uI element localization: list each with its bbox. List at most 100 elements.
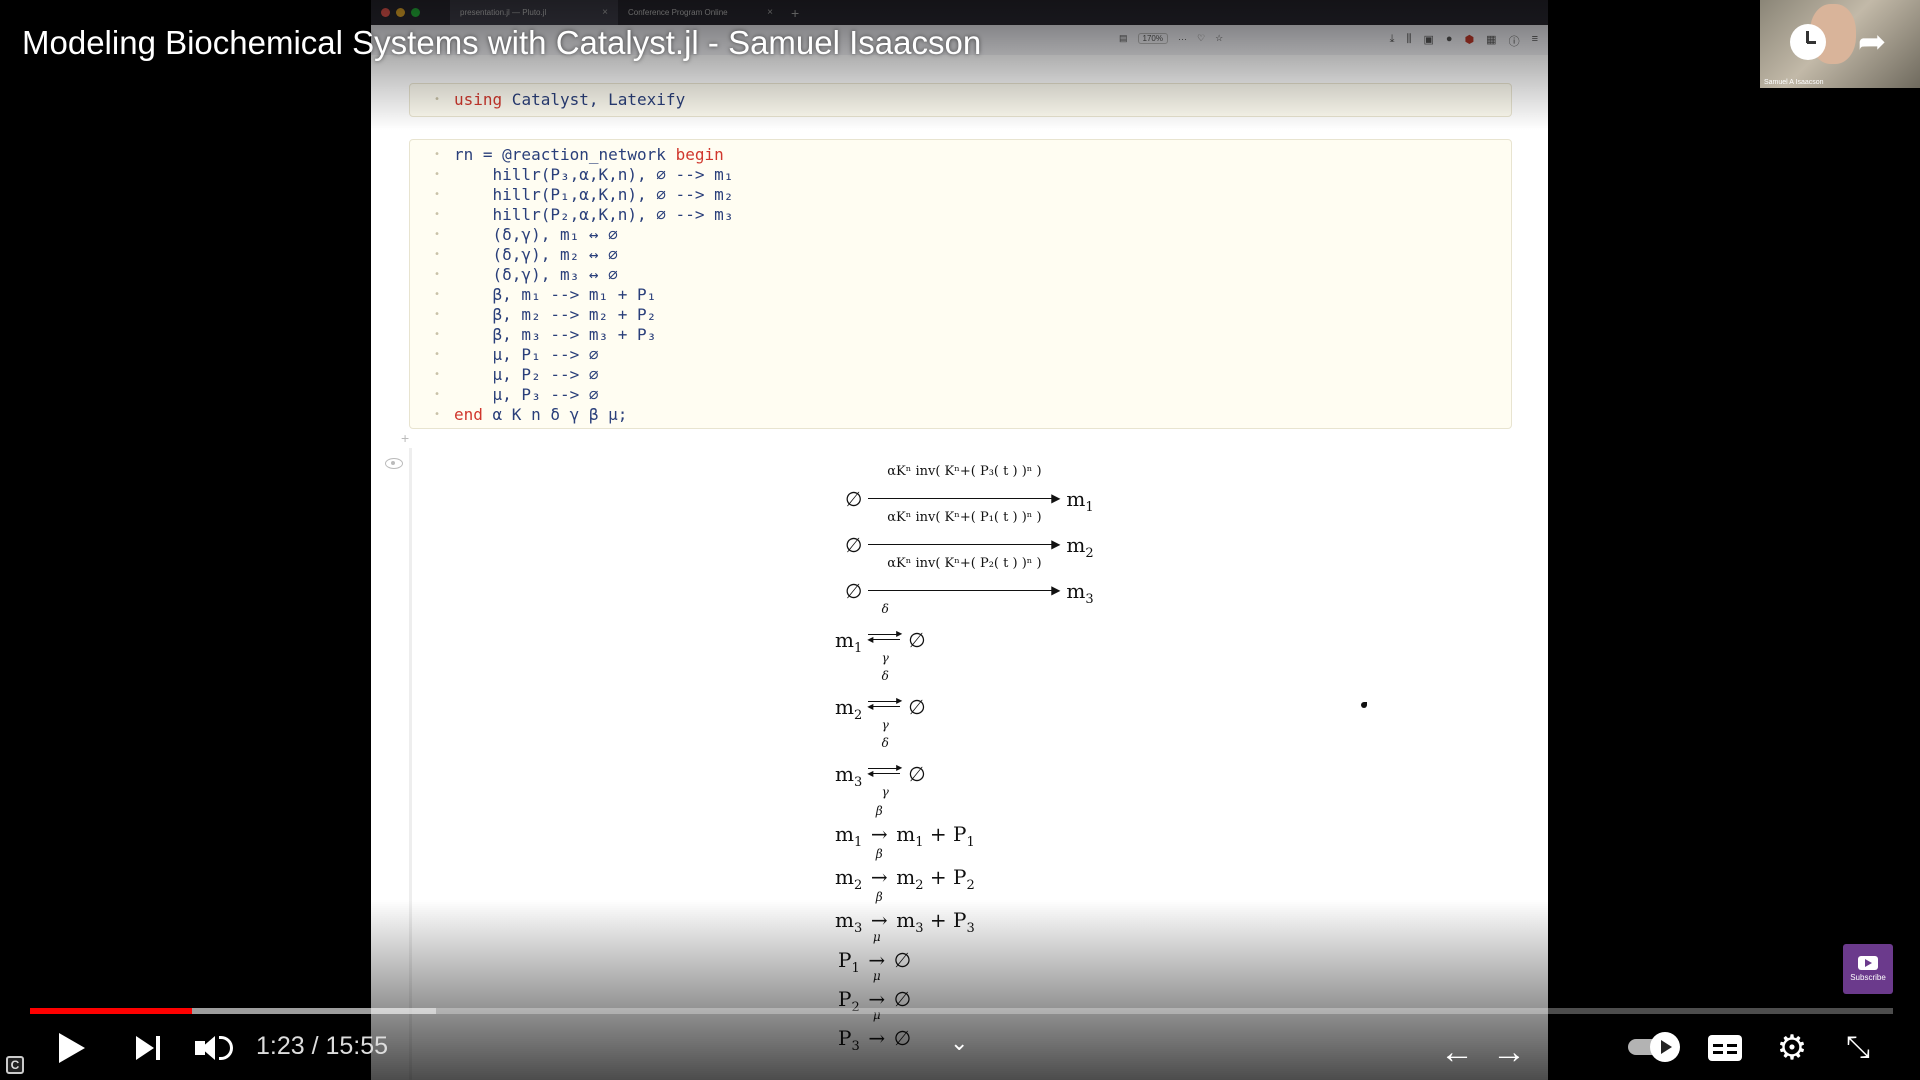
subscribe-button[interactable]: Subscribe: [1843, 944, 1893, 994]
gear-icon: ⚙: [1776, 1029, 1808, 1067]
species-subscript: 3: [851, 1039, 860, 1054]
exit-fullscreen-icon: ⤡: [1846, 1031, 1870, 1064]
latex-output: ∅ αKⁿ inv( Kⁿ+( P₃( t ) )ⁿ ) ▶ m1 ∅ αKⁿ i…: [371, 0, 1548, 1080]
clock-icon: [1790, 24, 1826, 60]
chevron-down-icon[interactable]: ⌄: [950, 1030, 968, 1056]
species-name: P: [838, 1026, 852, 1050]
rate-label: β: [875, 847, 883, 861]
reactant: P3: [838, 1026, 860, 1054]
species-subscript: 2: [853, 878, 863, 893]
species-subscript: 3: [1085, 592, 1094, 607]
reaction-arrow: β →: [868, 890, 890, 932]
equilibrium-arrow: δ ▶ ◀ γ: [867, 669, 903, 732]
species-subscript: 1: [966, 835, 975, 850]
reaction-arrow: β →: [868, 804, 890, 846]
production-reaction-3: m3 β → m3 + P3: [835, 890, 975, 936]
product: ∅: [893, 948, 912, 972]
reactant: m1: [835, 822, 862, 850]
species-subscript: 3: [853, 921, 863, 936]
reactant: ∅: [845, 487, 863, 511]
product: m1: [1066, 487, 1093, 515]
reaction-arrow: αKⁿ inv( Kⁿ+( P₃( t ) )ⁿ ) ▶: [868, 464, 1060, 506]
volume-button[interactable]: [194, 1030, 234, 1066]
rate-label: μ: [872, 969, 881, 983]
product: ∅: [908, 628, 926, 652]
species-name: m: [1066, 579, 1086, 603]
decay-reaction-3: P3 μ → ∅: [838, 1008, 911, 1054]
channel-c-badge: C: [6, 1056, 24, 1074]
reactant: m1: [835, 628, 862, 656]
toggle-play-glyph: [1661, 1040, 1672, 1054]
presenter-label: Samuel A Isaacson: [1764, 79, 1824, 86]
forward-rate: δ: [881, 736, 889, 750]
autoplay-toggle-icon: [1650, 1032, 1680, 1062]
share-arrow-icon: ➦: [1857, 23, 1887, 61]
reversible-reaction-3: m3 δ ▶ ◀ γ ∅: [835, 736, 926, 799]
reactant: ∅: [845, 579, 863, 603]
reversible-reaction-2: m2 δ ▶ ◀ γ ∅: [835, 669, 926, 732]
species-name: m: [835, 822, 854, 846]
species-name: P: [838, 948, 852, 972]
product: m1 + P1: [896, 822, 975, 850]
species-name: m: [835, 908, 854, 932]
species-name: m: [896, 865, 916, 889]
mouse-cursor-icon: [1361, 702, 1367, 708]
species-name: m: [1066, 533, 1086, 557]
arrow-left-icon[interactable]: ←: [1440, 1035, 1474, 1069]
rate-label: αKⁿ inv( Kⁿ+( P₃( t ) )ⁿ ): [887, 464, 1042, 479]
species-subscript: 1: [915, 835, 924, 850]
sound-wave: [219, 1036, 233, 1060]
rate-label: αKⁿ inv( Kⁿ+( P₁( t ) )ⁿ ): [887, 510, 1042, 525]
reverse-rate: γ: [881, 785, 889, 799]
play-icon: [59, 1033, 85, 1063]
species-subscript: 2: [853, 708, 863, 723]
species-subscript: 2: [966, 878, 975, 893]
progress-played: [30, 1008, 193, 1014]
species-subscript: 1: [853, 641, 863, 656]
species-name: m: [1066, 487, 1086, 511]
watch-later-button[interactable]: [1788, 22, 1828, 62]
species-subscript: 1: [853, 835, 863, 850]
forward-rate: δ: [881, 669, 889, 683]
reaction-arrow: αKⁿ inv( Kⁿ+( P₂( t ) )ⁿ ) ▶: [868, 556, 1060, 598]
product: m3: [1066, 579, 1093, 607]
product: ∅: [908, 695, 926, 719]
species-name: m: [835, 865, 854, 889]
next-video-button[interactable]: [130, 1030, 166, 1066]
production-reaction-1: m1 β → m1 + P1: [835, 804, 975, 850]
arrow-right-icon[interactable]: →: [1492, 1035, 1526, 1069]
captions-button[interactable]: [1706, 1032, 1744, 1064]
species-name: P: [952, 822, 967, 846]
reverse-rate: γ: [881, 651, 889, 665]
reactant: ∅: [845, 533, 863, 557]
reaction-arrow: αKⁿ inv( Kⁿ+( P₁( t ) )ⁿ ) ▶: [868, 510, 1060, 552]
species-subscript: 1: [1085, 500, 1094, 515]
exit-fullscreen-button[interactable]: ⤡: [1840, 1030, 1876, 1066]
species-name: m: [835, 628, 854, 652]
species-subscript: 1: [851, 961, 860, 976]
rate-label: β: [875, 890, 883, 904]
video-title[interactable]: Modeling Biochemical Systems with Cataly…: [22, 24, 981, 62]
screen-recording: presentation.jl — Pluto.jl × Conference …: [371, 0, 1548, 1080]
autoplay-toggle[interactable]: [1628, 1032, 1680, 1062]
presenter-webcam: Samuel A Isaacson: [1760, 0, 1920, 88]
reaction-arrow: β →: [868, 847, 890, 889]
product: m3 + P3: [896, 908, 975, 936]
equilibrium-arrow: δ ▶ ◀ γ: [867, 736, 903, 799]
species-name: P: [952, 908, 967, 932]
species-name: m: [896, 908, 916, 932]
subscribe-icon: [1858, 956, 1878, 970]
settings-button[interactable]: ⚙: [1774, 1029, 1810, 1067]
reactant: m2: [835, 865, 862, 893]
species-subscript: 3: [915, 921, 924, 936]
rate-label: μ: [872, 930, 881, 944]
species-subscript: 3: [966, 921, 975, 936]
reactant: m3: [835, 908, 862, 936]
progress-bar[interactable]: [30, 1008, 1893, 1014]
captions-icon: [1708, 1035, 1742, 1061]
share-button[interactable]: ➦: [1852, 22, 1892, 62]
rate-label: β: [875, 804, 883, 818]
play-button[interactable]: [52, 1028, 92, 1068]
species-name: m: [896, 822, 916, 846]
next-icon: [136, 1036, 154, 1060]
